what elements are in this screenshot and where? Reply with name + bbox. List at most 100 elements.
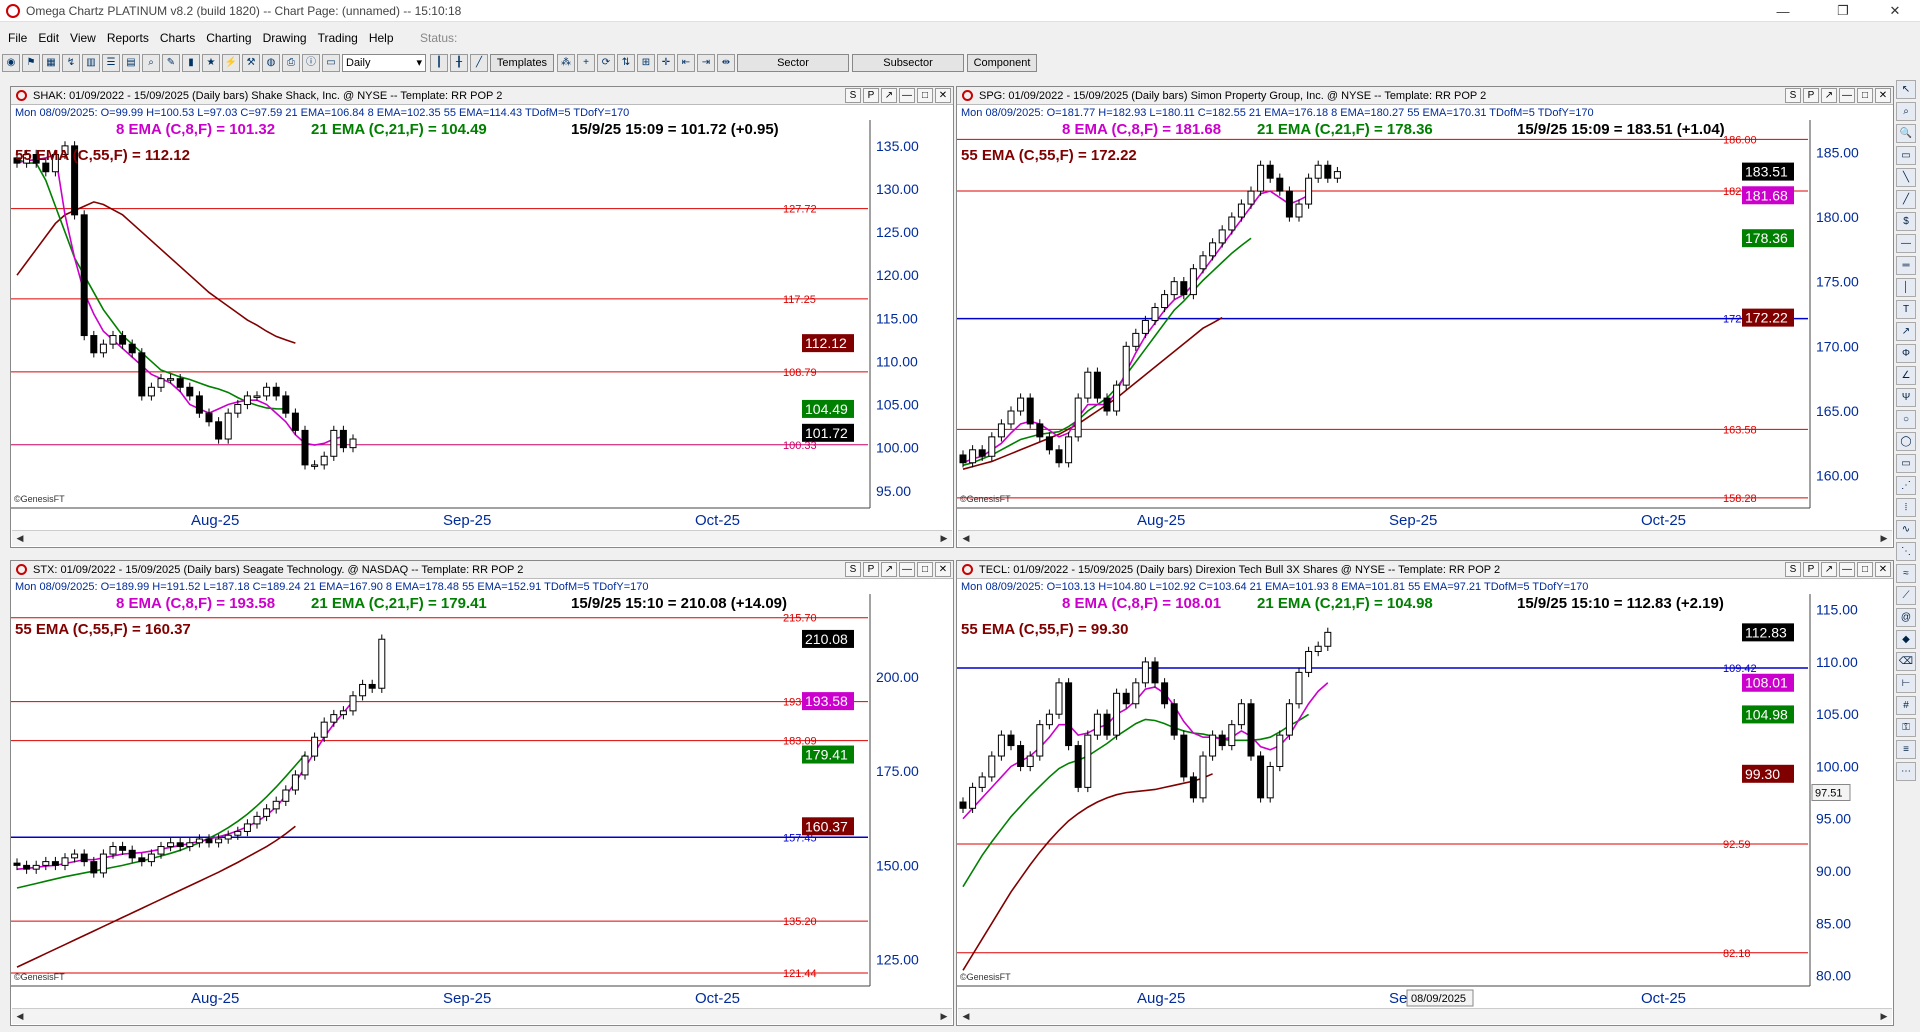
regression-icon[interactable]: ≈ [1896, 564, 1916, 583]
panel-s-button[interactable]: S [845, 88, 861, 103]
channel-icon[interactable]: ═ [1896, 256, 1916, 275]
scroll-left-arrow[interactable]: ◀ [12, 1009, 28, 1024]
table-icon[interactable]: ▤ [122, 54, 140, 72]
menu-trading[interactable]: Trading [318, 31, 358, 45]
panel-popout-button[interactable]: ↗ [881, 562, 897, 577]
templates-button[interactable]: Templates [490, 54, 554, 72]
chart-panel-stx[interactable]: STX: 01/09/2022 - 15/09/2025 (Daily bars… [10, 560, 954, 1026]
monitor-icon[interactable]: ▭ [322, 54, 340, 72]
scroll-right-arrow[interactable]: ▶ [936, 1009, 952, 1024]
scroll-right-arrow[interactable]: ▶ [936, 531, 952, 546]
rectangle-icon[interactable]: ▭ [1896, 454, 1916, 473]
panel-close-button[interactable]: ✕ [935, 562, 951, 577]
eraser-icon[interactable]: ⌫ [1896, 652, 1916, 671]
bar-chart-icon[interactable]: ╂ [450, 54, 468, 72]
menu-edit[interactable]: Edit [38, 31, 59, 45]
panel-close-button[interactable]: ✕ [1875, 88, 1891, 103]
disk-icon[interactable]: ◍ [262, 54, 280, 72]
menu-file[interactable]: File [8, 31, 27, 45]
ruler-icon[interactable]: ⊢ [1896, 674, 1916, 693]
crosshair-icon[interactable]: ✛ [657, 54, 675, 72]
panel-s-button[interactable]: S [845, 562, 861, 577]
menu-help[interactable]: Help [369, 31, 394, 45]
tools-icon[interactable]: ⚒ [242, 54, 260, 72]
price-chart[interactable]: 109.42 92.59 82.18 80.00 85.00 90.00 95.00 100.… [957, 594, 1893, 1008]
horizontal-scrollbar[interactable]: ◀ ▶ [958, 1008, 1892, 1024]
panel-close-button[interactable]: ✕ [1875, 562, 1891, 577]
ellipse-icon[interactable]: ◯ [1896, 432, 1916, 451]
menu-drawing[interactable]: Drawing [263, 31, 307, 45]
cycle-icon[interactable]: ⟳ [597, 54, 615, 72]
menu-reports[interactable]: Reports [107, 31, 149, 45]
candle-chart-icon[interactable]: ┃ [430, 54, 448, 72]
gann-icon[interactable]: ⋰ [1896, 476, 1916, 495]
panel-minimize-button[interactable]: — [1839, 562, 1855, 577]
horizontal-scrollbar[interactable]: ◀ ▶ [12, 530, 952, 546]
star-icon[interactable]: ★ [202, 54, 220, 72]
panel-p-button[interactable]: P [1803, 88, 1819, 103]
sector-button[interactable]: Sector [737, 54, 849, 72]
marker-icon[interactable]: ◆ [1896, 630, 1916, 649]
spiral-icon[interactable]: @ [1896, 608, 1916, 627]
speed-line-icon[interactable]: ⟋ [1896, 586, 1916, 605]
panel-p-button[interactable]: P [863, 88, 879, 103]
bars-icon[interactable]: ▮ [182, 54, 200, 72]
panel-maximize-button[interactable]: □ [917, 562, 933, 577]
panel-minimize-button[interactable]: — [1839, 88, 1855, 103]
panel-minimize-button[interactable]: — [899, 88, 915, 103]
scroll-left-arrow[interactable]: ◀ [958, 1009, 974, 1024]
more-icon[interactable]: ⋯ [1896, 762, 1916, 781]
scan-icon[interactable]: ⌕ [142, 54, 160, 72]
zoom-in-icon[interactable]: + [577, 54, 595, 72]
open-icon[interactable]: ◉ [2, 54, 20, 72]
screen-icon[interactable]: ▭ [1896, 146, 1916, 165]
panel-maximize-button[interactable]: □ [1857, 562, 1873, 577]
vertical-line-icon[interactable]: │ [1896, 278, 1916, 297]
pitchfork-icon[interactable]: Ψ [1896, 388, 1916, 407]
horizontal-line-icon[interactable]: — [1896, 234, 1916, 253]
arrow-icon[interactable]: ↗ [1896, 322, 1916, 341]
text-icon[interactable]: T [1896, 300, 1916, 319]
component-button[interactable]: Component [967, 54, 1037, 72]
subsector-button[interactable]: Subsector [852, 54, 964, 72]
panel-s-button[interactable]: S [1785, 88, 1801, 103]
dollar-icon[interactable]: $ [1896, 212, 1916, 231]
menu-charting[interactable]: Charting [206, 31, 251, 45]
price-chart[interactable]: 215.70193.46183.09157.45135.20121.44125.… [11, 594, 953, 1008]
layers-icon[interactable]: ≡ [1896, 740, 1916, 759]
signal-icon[interactable]: ⚑ [22, 54, 40, 72]
ray-icon[interactable]: ╱ [1896, 190, 1916, 209]
scroll-left-icon[interactable]: ⇤ [677, 54, 695, 72]
circle-icon[interactable]: ○ [1896, 410, 1916, 429]
fibonacci-icon[interactable]: Φ [1896, 344, 1916, 363]
compare-icon[interactable]: ⇅ [617, 54, 635, 72]
scroll-right-arrow[interactable]: ▶ [1876, 1009, 1892, 1024]
menu-charts[interactable]: Charts [160, 31, 195, 45]
panel-popout-button[interactable]: ↗ [1821, 88, 1837, 103]
wave-icon[interactable]: ∿ [1896, 520, 1916, 539]
tile-icon[interactable]: ⊞ [637, 54, 655, 72]
panel-p-button[interactable]: P [863, 562, 879, 577]
menu-view[interactable]: View [70, 31, 96, 45]
price-chart[interactable]: 186.00182.01172.14163.58158.28160.00165.… [957, 120, 1893, 530]
scroll-right-icon[interactable]: ⇥ [697, 54, 715, 72]
horizontal-scrollbar[interactable]: ◀ ▶ [12, 1008, 952, 1024]
scroll-left-arrow[interactable]: ◀ [12, 531, 28, 546]
line-chart-icon[interactable]: ╱ [470, 54, 488, 72]
chart-panel-shak[interactable]: SHAK: 01/09/2022 - 15/09/2025 (Daily bar… [10, 86, 954, 548]
network-icon[interactable]: ⁂ [557, 54, 575, 72]
volume-icon[interactable]: ▥ [82, 54, 100, 72]
flash-icon[interactable]: ⚡ [222, 54, 240, 72]
indicator-icon[interactable]: ↯ [62, 54, 80, 72]
magnify-icon[interactable]: 🔍 [1896, 124, 1916, 143]
fan-icon[interactable]: ⋱ [1896, 542, 1916, 561]
pencil-icon[interactable]: ✎ [162, 54, 180, 72]
panel-minimize-button[interactable]: — [899, 562, 915, 577]
horizontal-scrollbar[interactable]: ◀ ▶ [958, 530, 1892, 546]
panel-popout-button[interactable]: ↗ [1821, 562, 1837, 577]
panel-maximize-button[interactable]: □ [917, 88, 933, 103]
panel-popout-button[interactable]: ↗ [881, 88, 897, 103]
panel-close-button[interactable]: ✕ [935, 88, 951, 103]
trendline-icon[interactable]: ╲ [1896, 168, 1916, 187]
grid-icon[interactable]: ▦ [42, 54, 60, 72]
